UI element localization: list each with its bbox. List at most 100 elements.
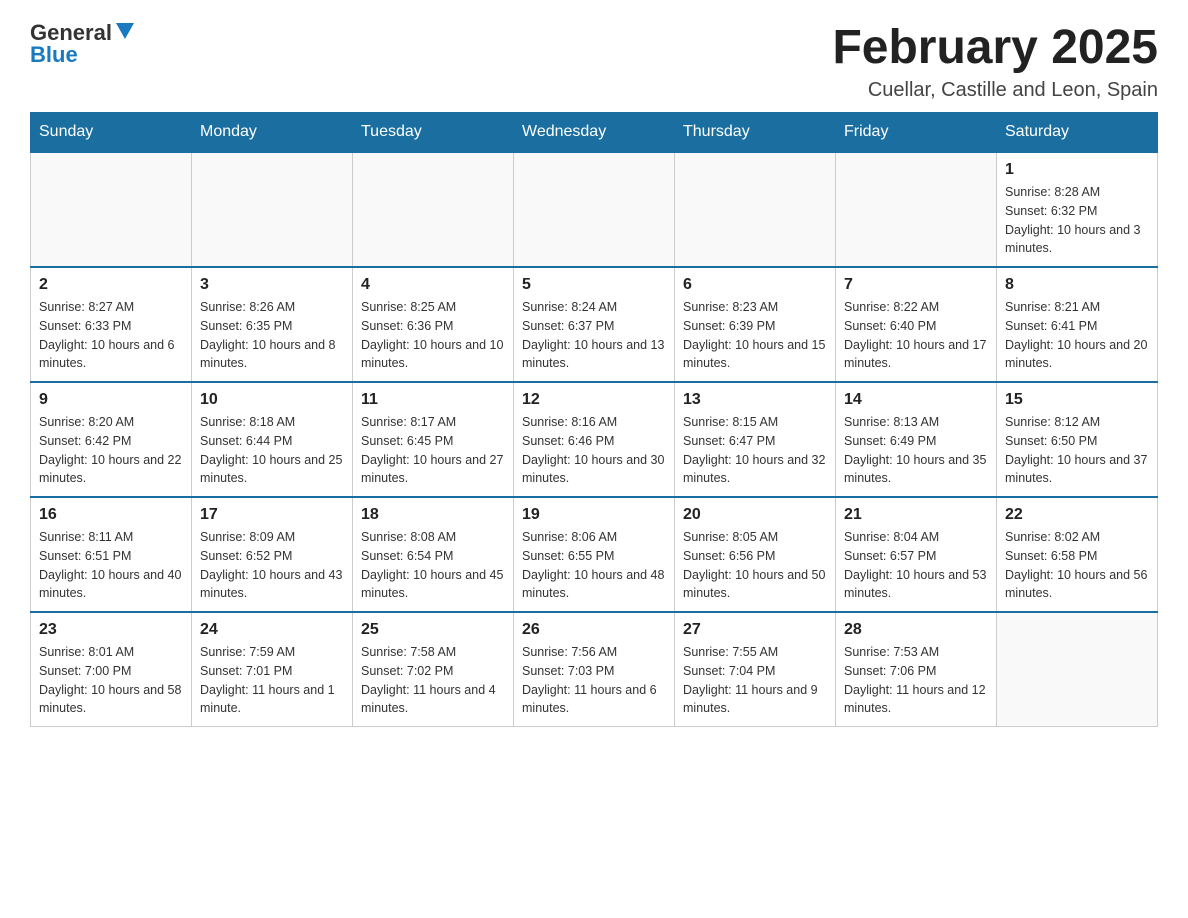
day-info: Sunrise: 8:06 AMSunset: 6:55 PMDaylight:… — [522, 528, 666, 603]
week-row: 23 Sunrise: 8:01 AMSunset: 7:00 PMDayligh… — [31, 612, 1158, 727]
calendar-cell — [353, 152, 514, 267]
day-info: Sunrise: 8:11 AMSunset: 6:51 PMDaylight:… — [39, 528, 183, 603]
day-info: Sunrise: 7:53 AMSunset: 7:06 PMDaylight:… — [844, 643, 988, 718]
day-number: 27 — [683, 621, 827, 639]
calendar-cell: 21 Sunrise: 8:04 AMSunset: 6:57 PMDayligh… — [836, 497, 997, 612]
calendar-cell: 9Sunrise: 8:20 AMSunset: 6:42 PMDaylight… — [31, 382, 192, 497]
day-info: Sunrise: 8:23 AMSunset: 6:39 PMDaylight:… — [683, 298, 827, 373]
day-info: Sunrise: 7:56 AMSunset: 7:03 PMDaylight:… — [522, 643, 666, 718]
calendar-cell — [514, 152, 675, 267]
calendar-cell: 14 Sunrise: 8:13 AMSunset: 6:49 PMDayligh… — [836, 382, 997, 497]
day-number: 22 — [1005, 506, 1149, 524]
day-number: 1 — [1005, 161, 1149, 179]
calendar-cell: 16 Sunrise: 8:11 AMSunset: 6:51 PMDayligh… — [31, 497, 192, 612]
week-row: 2 Sunrise: 8:27 AMSunset: 6:33 PMDaylight… — [31, 267, 1158, 382]
calendar-cell: 26 Sunrise: 7:56 AMSunset: 7:03 PMDayligh… — [514, 612, 675, 727]
calendar-cell: 27 Sunrise: 7:55 AMSunset: 7:04 PMDayligh… — [675, 612, 836, 727]
week-row: 9Sunrise: 8:20 AMSunset: 6:42 PMDaylight… — [31, 382, 1158, 497]
calendar-cell: 23 Sunrise: 8:01 AMSunset: 7:00 PMDayligh… — [31, 612, 192, 727]
day-info: Sunrise: 8:27 AMSunset: 6:33 PMDaylight:… — [39, 298, 183, 373]
logo-triangle-icon — [116, 23, 134, 46]
day-info: Sunrise: 8:02 AMSunset: 6:58 PMDaylight:… — [1005, 528, 1149, 603]
day-info: Sunrise: 8:15 AMSunset: 6:47 PMDaylight:… — [683, 413, 827, 488]
logo: General Blue — [30, 20, 134, 68]
day-of-week-header: Saturday — [997, 113, 1158, 153]
day-number: 2 — [39, 276, 183, 294]
calendar-cell: 22 Sunrise: 8:02 AMSunset: 6:58 PMDayligh… — [997, 497, 1158, 612]
week-row: 1 Sunrise: 8:28 AMSunset: 6:32 PMDaylight… — [31, 152, 1158, 267]
day-info: Sunrise: 8:18 AMSunset: 6:44 PMDaylight:… — [200, 413, 344, 488]
day-number: 6 — [683, 276, 827, 294]
calendar-table: SundayMondayTuesdayWednesdayThursdayFrid… — [30, 112, 1158, 727]
day-number: 25 — [361, 621, 505, 639]
day-info: Sunrise: 8:17 AMSunset: 6:45 PMDaylight:… — [361, 413, 505, 488]
calendar-cell: 19 Sunrise: 8:06 AMSunset: 6:55 PMDayligh… — [514, 497, 675, 612]
calendar-cell: 7 Sunrise: 8:22 AMSunset: 6:40 PMDaylight… — [836, 267, 997, 382]
day-info: Sunrise: 7:59 AMSunset: 7:01 PMDaylight:… — [200, 643, 344, 718]
calendar-cell: 11Sunrise: 8:17 AMSunset: 6:45 PMDayligh… — [353, 382, 514, 497]
location-title: Cuellar, Castille and Leon, Spain — [832, 79, 1158, 102]
calendar-cell: 1 Sunrise: 8:28 AMSunset: 6:32 PMDaylight… — [997, 152, 1158, 267]
day-number: 19 — [522, 506, 666, 524]
day-info: Sunrise: 8:22 AMSunset: 6:40 PMDaylight:… — [844, 298, 988, 373]
day-number: 9 — [39, 391, 183, 409]
calendar-cell — [997, 612, 1158, 727]
calendar-cell: 12Sunrise: 8:16 AMSunset: 6:46 PMDayligh… — [514, 382, 675, 497]
calendar-cell — [836, 152, 997, 267]
day-number: 23 — [39, 621, 183, 639]
day-of-week-header: Wednesday — [514, 113, 675, 153]
day-of-week-header: Thursday — [675, 113, 836, 153]
day-info: Sunrise: 7:55 AMSunset: 7:04 PMDaylight:… — [683, 643, 827, 718]
day-number: 5 — [522, 276, 666, 294]
logo-blue-text: Blue — [30, 42, 78, 68]
day-number: 21 — [844, 506, 988, 524]
day-info: Sunrise: 8:01 AMSunset: 7:00 PMDaylight:… — [39, 643, 183, 718]
day-info: Sunrise: 8:28 AMSunset: 6:32 PMDaylight:… — [1005, 183, 1149, 258]
week-row: 16 Sunrise: 8:11 AMSunset: 6:51 PMDayligh… — [31, 497, 1158, 612]
calendar-cell: 6 Sunrise: 8:23 AMSunset: 6:39 PMDaylight… — [675, 267, 836, 382]
calendar-header-row: SundayMondayTuesdayWednesdayThursdayFrid… — [31, 113, 1158, 153]
day-number: 16 — [39, 506, 183, 524]
calendar-cell: 28 Sunrise: 7:53 AMSunset: 7:06 PMDayligh… — [836, 612, 997, 727]
month-title: February 2025 — [832, 20, 1158, 75]
calendar-cell: 20 Sunrise: 8:05 AMSunset: 6:56 PMDayligh… — [675, 497, 836, 612]
calendar-cell — [192, 152, 353, 267]
calendar-cell: 18 Sunrise: 8:08 AMSunset: 6:54 PMDayligh… — [353, 497, 514, 612]
day-info: Sunrise: 8:26 AMSunset: 6:35 PMDaylight:… — [200, 298, 344, 373]
calendar-cell: 3 Sunrise: 8:26 AMSunset: 6:35 PMDaylight… — [192, 267, 353, 382]
day-number: 13 — [683, 391, 827, 409]
day-info: Sunrise: 8:21 AMSunset: 6:41 PMDaylight:… — [1005, 298, 1149, 373]
day-info: Sunrise: 8:25 AMSunset: 6:36 PMDaylight:… — [361, 298, 505, 373]
day-info: Sunrise: 8:04 AMSunset: 6:57 PMDaylight:… — [844, 528, 988, 603]
day-number: 3 — [200, 276, 344, 294]
day-info: Sunrise: 8:05 AMSunset: 6:56 PMDaylight:… — [683, 528, 827, 603]
day-of-week-header: Tuesday — [353, 113, 514, 153]
day-number: 26 — [522, 621, 666, 639]
title-section: February 2025 Cuellar, Castille and Leon… — [832, 20, 1158, 102]
page-header: General Blue February 2025 Cuellar, Cast… — [30, 20, 1158, 102]
day-number: 15 — [1005, 391, 1149, 409]
day-number: 10 — [200, 391, 344, 409]
calendar-cell: 24 Sunrise: 7:59 AMSunset: 7:01 PMDayligh… — [192, 612, 353, 727]
day-number: 8 — [1005, 276, 1149, 294]
day-info: Sunrise: 8:08 AMSunset: 6:54 PMDaylight:… — [361, 528, 505, 603]
calendar-cell: 2 Sunrise: 8:27 AMSunset: 6:33 PMDaylight… — [31, 267, 192, 382]
calendar-cell: 25Sunrise: 7:58 AMSunset: 7:02 PMDayligh… — [353, 612, 514, 727]
day-number: 7 — [844, 276, 988, 294]
calendar-cell: 5 Sunrise: 8:24 AMSunset: 6:37 PMDaylight… — [514, 267, 675, 382]
day-of-week-header: Friday — [836, 113, 997, 153]
calendar-cell: 8 Sunrise: 8:21 AMSunset: 6:41 PMDaylight… — [997, 267, 1158, 382]
day-number: 18 — [361, 506, 505, 524]
day-number: 20 — [683, 506, 827, 524]
day-number: 14 — [844, 391, 988, 409]
day-number: 4 — [361, 276, 505, 294]
day-info: Sunrise: 8:13 AMSunset: 6:49 PMDaylight:… — [844, 413, 988, 488]
day-info: Sunrise: 8:24 AMSunset: 6:37 PMDaylight:… — [522, 298, 666, 373]
calendar-cell: 13 Sunrise: 8:15 AMSunset: 6:47 PMDayligh… — [675, 382, 836, 497]
day-info: Sunrise: 8:09 AMSunset: 6:52 PMDaylight:… — [200, 528, 344, 603]
day-number: 28 — [844, 621, 988, 639]
calendar-cell — [675, 152, 836, 267]
day-number: 24 — [200, 621, 344, 639]
day-of-week-header: Sunday — [31, 113, 192, 153]
day-info: Sunrise: 8:16 AMSunset: 6:46 PMDaylight:… — [522, 413, 666, 488]
